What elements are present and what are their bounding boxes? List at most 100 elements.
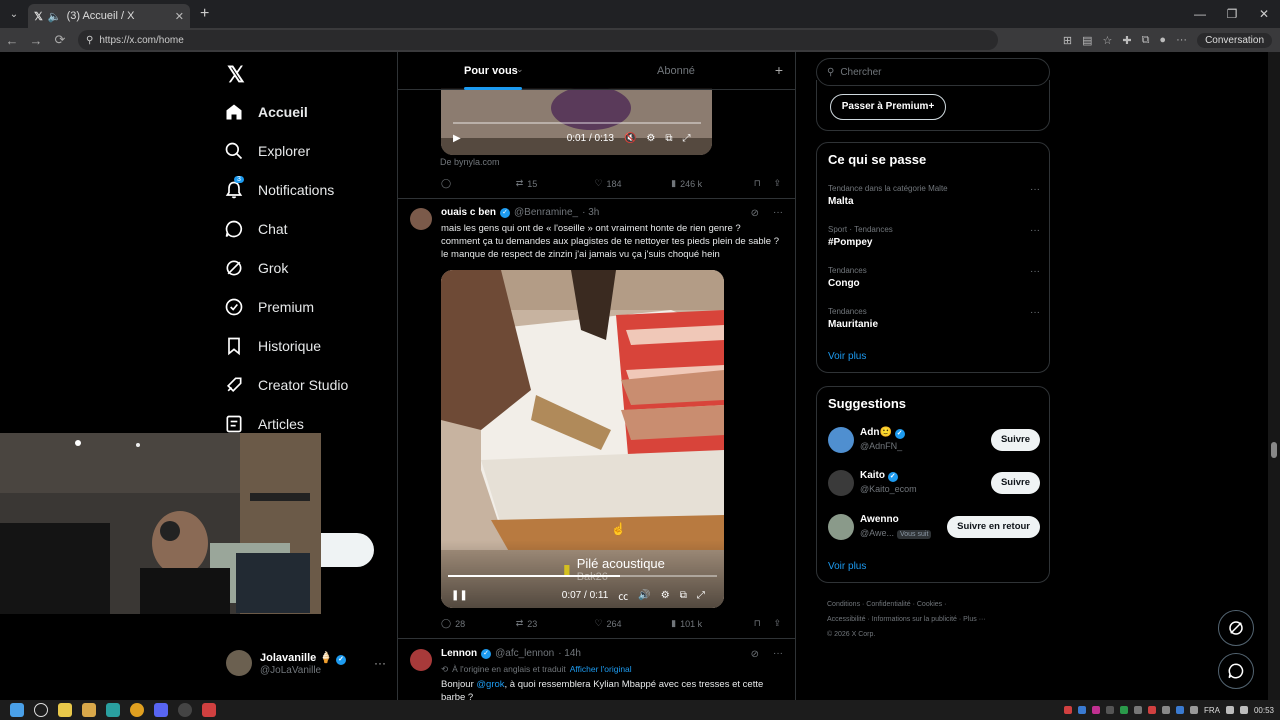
author-handle[interactable]: @afc_lennon (495, 648, 554, 659)
mention-link[interactable]: @grok (476, 679, 504, 690)
trend-item[interactable]: Tendance dans la catégorie Malte Malta ·… (828, 184, 1040, 207)
more-icon[interactable]: ··· (1030, 307, 1040, 318)
trends-see-more-link[interactable]: Voir plus (828, 351, 866, 362)
more-icon[interactable]: ··· (773, 207, 783, 218)
nav-item-creator-studio[interactable]: Creator Studio (224, 375, 348, 395)
trend-item[interactable]: Tendances Mauritanie ··· (828, 307, 1040, 330)
post-time[interactable]: · 3h (582, 207, 599, 218)
obs-icon[interactable] (178, 703, 192, 717)
site-info-icon[interactable]: ⚲ (86, 35, 93, 46)
pip-icon[interactable]: ⧉ (665, 133, 672, 144)
discord-icon[interactable] (154, 703, 168, 717)
puzzle-icon[interactable]: ✚ (1122, 34, 1131, 47)
bluetooth-icon[interactable] (1175, 706, 1184, 714)
tray-app-icon[interactable] (1077, 706, 1086, 714)
fullscreen-icon[interactable]: ⤢ (697, 590, 705, 601)
profile-icon[interactable]: ● (1159, 34, 1166, 46)
post-time[interactable]: · 14h (558, 648, 581, 659)
volume-icon[interactable]: 🔊 (638, 590, 650, 601)
chevron-down-icon[interactable]: ⌄ (516, 64, 524, 75)
edge-icon[interactable] (106, 703, 120, 717)
new-tab-icon[interactable]: + (200, 5, 209, 23)
add-feed-icon[interactable]: + (775, 62, 783, 78)
collections-icon[interactable]: ⧉ (1142, 34, 1150, 47)
share-icon[interactable]: ⇪ (773, 618, 781, 629)
settings-icon[interactable]: ⚙ (661, 590, 670, 601)
play-icon[interactable]: ▶ (453, 133, 461, 144)
author-name[interactable]: Lennon (441, 648, 477, 659)
chrome-icon[interactable] (130, 703, 144, 717)
trend-item[interactable]: Tendances Congo ··· (828, 266, 1040, 289)
language-indicator[interactable]: FRA (1204, 706, 1220, 715)
close-tab-icon[interactable]: ✕ (175, 10, 184, 23)
reply-button[interactable]: ◯ (441, 178, 516, 189)
author-handle[interactable]: @Benramine_ (514, 207, 578, 218)
trend-item[interactable]: Sport · Tendances #Pompey ··· (828, 225, 1040, 248)
suggestion-item[interactable]: Adn🙂 ✓ @AdnFN_ Suivre (828, 425, 1040, 455)
fullscreen-icon[interactable]: ⤢ (683, 133, 691, 144)
bookmark-button[interactable]: ⊓ (754, 178, 774, 189)
grok-icon[interactable]: ⊘ (751, 649, 759, 660)
refresh-icon[interactable]: ⟳ (48, 32, 72, 48)
windows-start-icon[interactable] (10, 703, 24, 717)
nav-item-notifications[interactable]: 3 Notifications (224, 176, 334, 200)
suggestions-see-more-link[interactable]: Voir plus (828, 561, 866, 572)
author-name[interactable]: ouais c ben (441, 207, 496, 218)
show-original-link[interactable]: Afficher l'original (570, 664, 632, 675)
widgets-icon[interactable] (58, 703, 72, 717)
clock[interactable]: 00:53 (1254, 706, 1274, 715)
like-button[interactable]: ♡ 264 (594, 618, 671, 629)
avatar[interactable] (410, 208, 432, 230)
maximize-icon[interactable]: ❐ (1216, 0, 1248, 28)
follow-button[interactable]: Suivre (990, 429, 1040, 451)
close-window-icon[interactable]: ✕ (1248, 0, 1280, 28)
follow-button[interactable]: Suivre (990, 472, 1040, 494)
forward-icon[interactable]: → (24, 33, 48, 48)
minimize-icon[interactable]: — (1184, 0, 1216, 28)
app-icon[interactable] (202, 703, 216, 717)
favorite-icon[interactable]: ☆ (1102, 34, 1112, 47)
grok-icon[interactable]: ⊘ (751, 208, 759, 219)
like-button[interactable]: ♡ 184 (594, 178, 671, 189)
nav-item-historique[interactable]: Historique (224, 336, 321, 356)
more-icon[interactable]: ··· (773, 648, 783, 659)
url-field[interactable]: ⚲ https://x.com/home (78, 30, 998, 50)
tray-app-icon[interactable] (1105, 706, 1114, 714)
tab-abonne[interactable]: Abonné (657, 65, 695, 77)
tray-app-icon[interactable] (1091, 706, 1100, 714)
video-player[interactable]: ▮ Pilé acoustique Bak26 ❚❚ 0:07 / 0:11 ㏄… (441, 270, 724, 608)
suggestion-item[interactable]: Kaito ✓ @Kaito_ecom Suivre (828, 468, 1040, 498)
video-progress[interactable] (453, 122, 701, 124)
mic-icon[interactable] (1063, 706, 1072, 714)
video-progress[interactable] (448, 575, 717, 577)
footer-links[interactable]: Accessibilité · Informations sur la publ… (827, 612, 1039, 627)
settings-icon[interactable]: ⚙ (646, 133, 655, 144)
tray-app-icon[interactable] (1147, 706, 1156, 714)
tray-app-icon[interactable] (1133, 706, 1142, 714)
nav-item-premium[interactable]: Premium (224, 297, 314, 317)
browser-menu-icon[interactable]: ··· (1176, 34, 1187, 46)
repost-button[interactable]: ⇄ 15 (516, 178, 595, 189)
page-scrollbar[interactable] (1268, 52, 1280, 700)
views-button[interactable]: ▮ 101 k (671, 618, 754, 629)
footer-links[interactable]: Conditions · Confidentialité · Cookies · (827, 597, 1039, 612)
browser-tab[interactable]: 𝕏 🔈 (3) Accueil / X ✕ (28, 4, 190, 28)
share-icon[interactable]: ⇪ (773, 178, 781, 189)
search-icon[interactable] (34, 703, 48, 717)
file-explorer-icon[interactable] (82, 703, 96, 717)
extensions-icon[interactable]: ⊞ (1063, 34, 1072, 47)
x-logo-icon[interactable]: 𝕏 (227, 62, 245, 88)
volume-icon[interactable] (1239, 706, 1248, 714)
tab-pour-vous[interactable]: Pour vous (464, 65, 518, 77)
repost-button[interactable]: ⇄ 23 (516, 618, 595, 629)
grok-fab[interactable] (1218, 610, 1254, 646)
copilot-button[interactable]: Conversation (1197, 32, 1272, 48)
tab-actions-icon[interactable]: ⌄ (4, 4, 24, 24)
nav-item-articles[interactable]: Articles (224, 414, 304, 434)
back-icon[interactable]: ← (0, 33, 24, 48)
pip-icon[interactable]: ⧉ (680, 590, 687, 601)
suggestion-item[interactable]: Awenno @Awe... Vous suit Suivre en retour (828, 512, 1040, 542)
reader-icon[interactable]: ▤ (1082, 34, 1092, 47)
captions-icon[interactable]: ㏄ (618, 588, 628, 603)
more-icon[interactable]: ··· (374, 656, 386, 670)
